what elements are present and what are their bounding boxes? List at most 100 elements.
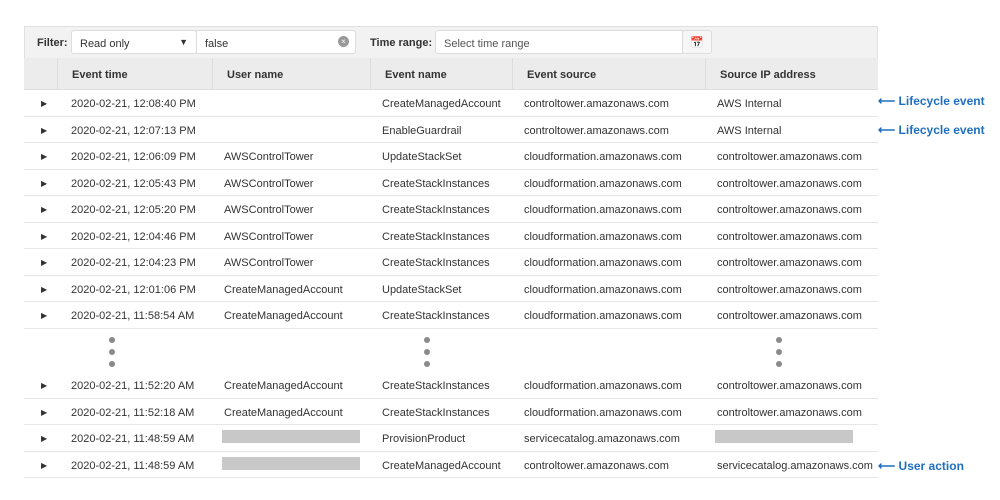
- table-cell: CreateStackInstances: [382, 380, 490, 392]
- table-row[interactable]: ▶ 2020-02-21, 11:52:18 AM CreateManagedAcc…: [24, 399, 878, 425]
- expand-row-icon[interactable]: ▶: [41, 232, 47, 241]
- table-cell: 2020-02-21, 12:04:23 PM: [71, 257, 196, 269]
- table-cell: AWSControlTower: [224, 204, 314, 216]
- filter-attribute-select[interactable]: Read only ▼: [71, 30, 197, 54]
- col-event-name[interactable]: Event name: [370, 58, 512, 89]
- ellipsis-dot: [776, 361, 782, 367]
- lifecycle-annotation: ⟵ Lifecycle event: [878, 123, 985, 137]
- input-value: false: [205, 38, 229, 50]
- expand-row-icon[interactable]: ▶: [41, 408, 47, 417]
- table-cell: AWS Internal: [717, 124, 782, 137]
- expand-row-icon[interactable]: ▶: [41, 152, 47, 161]
- col-event-time[interactable]: Event time: [57, 58, 212, 89]
- table-cell: AWS Internal: [717, 98, 782, 110]
- ellipsis-dot: [109, 361, 115, 367]
- table-row[interactable]: ▶ 2020-02-21, 12:04:46 PM AWSControlTower C…: [24, 223, 878, 249]
- table-cell: controltower.amazonaws.com: [717, 310, 862, 322]
- table-cell: 2020-02-21, 11:48:59 AM: [71, 433, 195, 445]
- table-row[interactable]: ▶ 2020-02-21, 11:58:54 AM CreateManagedAcc…: [24, 302, 878, 329]
- table-cell: controltower.amazonaws.com: [524, 124, 669, 137]
- table-row[interactable]: ▶ 2020-02-21, 12:04:23 PM AWSControlTower C…: [24, 249, 878, 276]
- table-row[interactable]: ▶ 2020-02-21, 11:48:59 AM ProvisionProduct…: [24, 425, 878, 452]
- ellipsis-dot: [424, 349, 430, 355]
- table-cell: controltower.amazonaws.com: [524, 459, 669, 472]
- table-cell: CreateManagedAccount: [224, 406, 343, 419]
- lifecycle-annotation: ⟵ Lifecycle event: [878, 94, 985, 108]
- table-cell: CreateStackInstances: [382, 230, 490, 243]
- filter-toolbar: Filter: Read only ▼ false × Time range: Se…: [24, 26, 878, 58]
- expand-row-icon[interactable]: ▶: [41, 461, 47, 470]
- table-cell: AWSControlTower: [224, 257, 314, 269]
- table-row[interactable]: ▶ 2020-02-21, 12:05:20 PM AWSControlTower C…: [24, 196, 878, 223]
- table-cell: CreateStackInstances: [382, 310, 490, 322]
- table-cell: controltower.amazonaws.com: [524, 98, 669, 110]
- ellipsis-dot: [776, 349, 782, 355]
- expand-row-icon[interactable]: ▶: [41, 285, 47, 294]
- table-cell: CreateManagedAccount: [224, 283, 343, 296]
- table-cell: UpdateStackSet: [382, 151, 462, 163]
- chevron-down-icon: ▼: [179, 37, 188, 47]
- col-event-source[interactable]: Event source: [512, 58, 705, 89]
- table-row[interactable]: ▶ 2020-02-21, 12:05:43 PM AWSControlTower C…: [24, 170, 878, 196]
- table-row[interactable]: ▶ 2020-02-21, 12:06:09 PM AWSControlTower U…: [24, 143, 878, 170]
- time-range-input[interactable]: Select time range: [435, 30, 683, 54]
- table-row[interactable]: ▶ 2020-02-21, 11:48:59 AM CreateManagedAcc…: [24, 452, 878, 478]
- table-cell: controltower.amazonaws.com: [717, 257, 862, 269]
- filter-label: Filter:: [37, 37, 68, 49]
- ellipsis-dot: [109, 337, 115, 343]
- table-row[interactable]: ▶ 2020-02-21, 11:52:20 AM CreateManagedAcc…: [24, 372, 878, 399]
- table-row[interactable]: ▶ 2020-02-21, 12:08:40 PM CreateManagedAcc…: [24, 90, 878, 117]
- table-row[interactable]: ▶ 2020-02-21, 12:07:13 PM EnableGuardrail c…: [24, 117, 878, 143]
- table-cell: cloudformation.amazonaws.com: [524, 177, 682, 190]
- expand-row-icon[interactable]: ▶: [41, 179, 47, 188]
- table-cell: ProvisionProduct: [382, 433, 466, 445]
- table-cell: cloudformation.amazonaws.com: [524, 380, 682, 392]
- table-cell: controltower.amazonaws.com: [717, 380, 862, 392]
- table-cell: 2020-02-21, 12:07:13 PM: [71, 124, 196, 137]
- filter-value-input[interactable]: false ×: [196, 30, 356, 54]
- table-cell: cloudformation.amazonaws.com: [524, 230, 682, 243]
- expand-row-icon[interactable]: ▶: [41, 258, 47, 267]
- table-cell: 2020-02-21, 12:05:20 PM: [71, 204, 196, 216]
- expand-row-icon[interactable]: ▶: [41, 311, 47, 320]
- ellipsis-dot: [109, 349, 115, 355]
- table-cell: AWSControlTower: [224, 177, 314, 190]
- table-cell: AWSControlTower: [224, 151, 314, 163]
- redacted-cell: [715, 430, 853, 443]
- table-cell: servicecatalog.amazonaws.com: [524, 433, 680, 445]
- redacted-cell: [222, 430, 360, 443]
- table-cell: 2020-02-21, 11:58:54 AM: [71, 310, 195, 322]
- table-cell: 2020-02-21, 11:52:20 AM: [71, 380, 195, 392]
- col-source-ip[interactable]: Source IP address: [705, 58, 878, 89]
- table-cell: 2020-02-21, 12:08:40 PM: [71, 98, 196, 110]
- table-cell: CreateManagedAccount: [382, 98, 501, 110]
- table-cell: CreateManagedAccount: [382, 459, 501, 472]
- col-user-name[interactable]: User name: [212, 58, 370, 89]
- expand-row-icon[interactable]: ▶: [41, 126, 47, 135]
- table-cell: cloudformation.amazonaws.com: [524, 257, 682, 269]
- ellipsis-dot: [424, 337, 430, 343]
- table-row[interactable]: ▶ 2020-02-21, 12:01:06 PM CreateManagedAcc…: [24, 276, 878, 302]
- redacted-cell: [222, 456, 360, 470]
- select-value: Read only: [80, 38, 130, 50]
- table-cell: controltower.amazonaws.com: [717, 151, 862, 163]
- ellipsis-dot: [424, 361, 430, 367]
- table-cell: cloudformation.amazonaws.com: [524, 406, 682, 419]
- table-cell: 2020-02-21, 12:06:09 PM: [71, 151, 196, 163]
- time-range-label: Time range:: [370, 37, 433, 49]
- table-cell: AWSControlTower: [224, 230, 314, 243]
- expand-row-icon[interactable]: ▶: [41, 99, 47, 108]
- table-cell: cloudformation.amazonaws.com: [524, 151, 682, 163]
- expand-row-icon[interactable]: ▶: [41, 381, 47, 390]
- table-header: Event time User name Event name Event so…: [24, 58, 878, 90]
- clear-icon[interactable]: ×: [338, 36, 349, 47]
- table-cell: CreateManagedAccount: [224, 380, 343, 392]
- table-cell: CreateStackInstances: [382, 177, 490, 190]
- table-cell: 2020-02-21, 12:05:43 PM: [71, 177, 196, 190]
- expand-row-icon[interactable]: ▶: [41, 434, 47, 443]
- ellipsis-dot: [776, 337, 782, 343]
- calendar-button[interactable]: 📅: [682, 30, 712, 54]
- expand-row-icon[interactable]: ▶: [41, 205, 47, 214]
- table-cell: CreateStackInstances: [382, 257, 490, 269]
- user-action-annotation: ⟵ User action: [878, 459, 964, 473]
